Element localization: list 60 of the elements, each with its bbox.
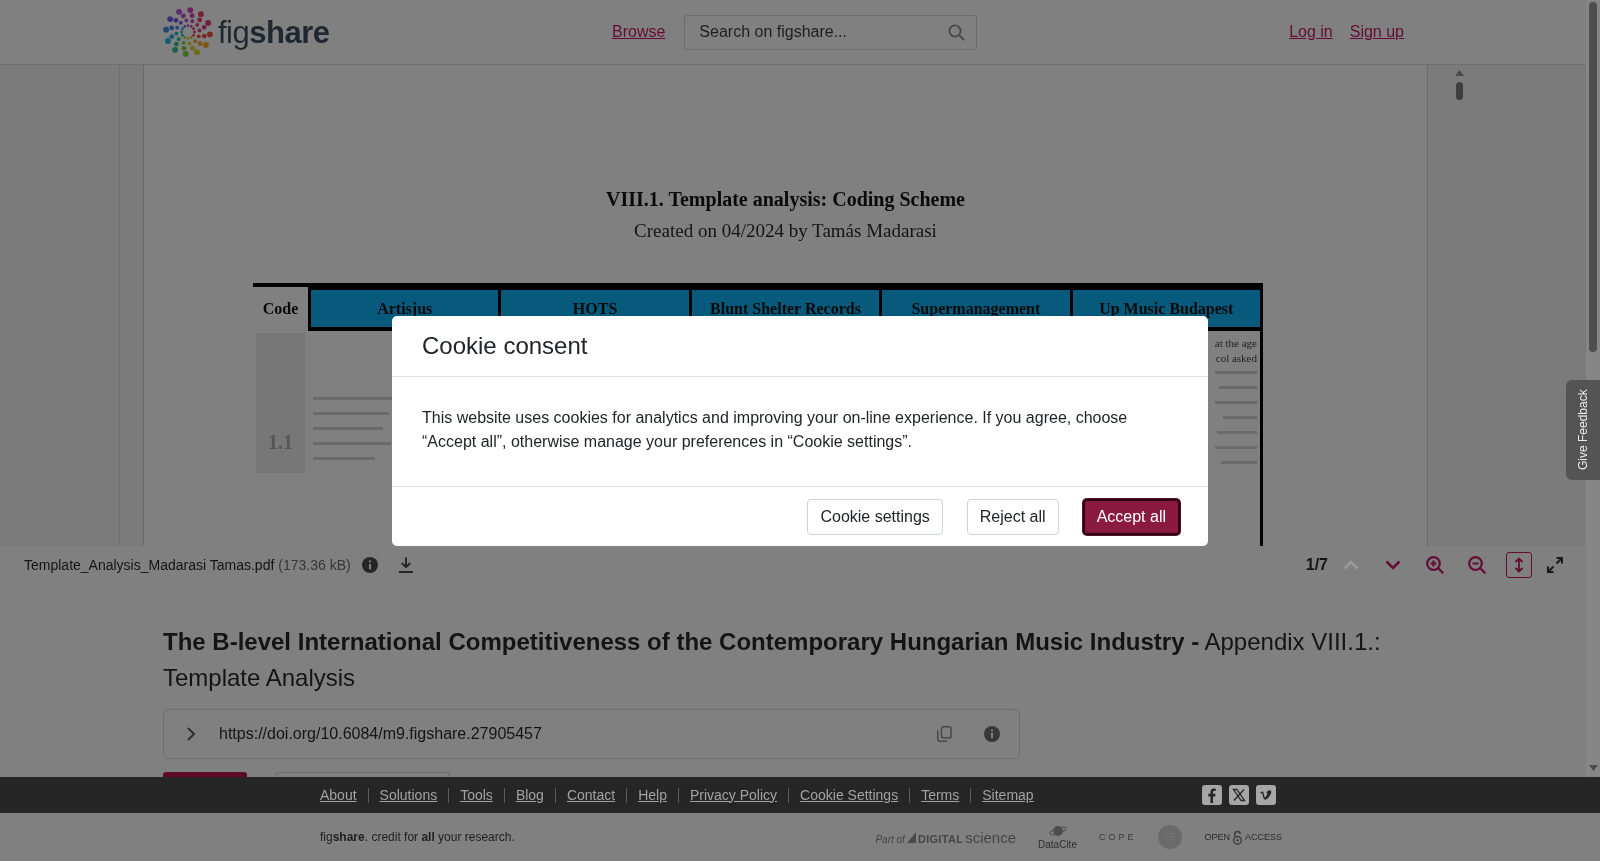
expand-arrows-icon[interactable] (1547, 556, 1563, 573)
x-logo-icon[interactable] (1229, 785, 1249, 805)
footer-link[interactable]: About (320, 787, 368, 803)
cell-text-fragment: at the age (1214, 336, 1257, 351)
copy-icon[interactable] (936, 726, 952, 742)
info-icon[interactable] (984, 726, 1000, 742)
triangle-mark-icon (906, 831, 916, 843)
dialog-message: This website uses cookies for analytics and improving your on-line experience. If you agree, choose “Accept all”, otherwise manage your preferences in “Cookie settings”. (422, 408, 1129, 452)
file-size: (173.36 kB) (278, 556, 351, 573)
cell-text-fragment: col asked (1215, 351, 1257, 366)
footer-link[interactable]: Blog (503, 787, 555, 803)
footer-link[interactable]: Contact (554, 787, 627, 803)
dialog-button[interactable]: Reject all (966, 498, 1059, 535)
orbit-mark-icon (1048, 824, 1067, 838)
file-name: Template_Analysis_Madarasi Tamas.pdf (24, 556, 275, 573)
partner-logo-text: Part of (875, 833, 905, 845)
footer-link[interactable]: Sitemap (970, 787, 1045, 803)
table-header-cell: Code (253, 287, 308, 331)
scroll-up-arrow-icon[interactable] (1454, 70, 1464, 76)
page-indicator: 1/7 (1305, 555, 1328, 574)
search-icon[interactable] (948, 23, 966, 41)
open-lock-icon (1232, 829, 1243, 845)
footer-link[interactable]: Cookie Settings (788, 787, 910, 803)
facebook-icon[interactable] (1202, 785, 1222, 805)
nav-link[interactable]: Browse (612, 23, 666, 41)
item-title: The B-level International Competitiveness of the Contemporary Hungarian Music Industry - Appendix VIII.1.: Template Analysis (163, 627, 1382, 693)
footer-link[interactable]: Solutions (367, 787, 449, 803)
chevron-right-icon[interactable] (186, 726, 196, 742)
vimeo-icon[interactable] (1256, 785, 1276, 805)
info-icon[interactable] (361, 556, 378, 573)
partner-logo-text: ACCESS (1245, 832, 1282, 842)
account-link[interactable]: Sign up (1349, 23, 1404, 41)
footer-link[interactable]: Tools (448, 787, 504, 803)
document-subheading: Created on 04/2024 by Tamás Madarasi (633, 219, 938, 243)
tagline: figshare. credit for all your research. (320, 830, 515, 844)
accept-button[interactable]: Accept all (1082, 498, 1180, 535)
footer-link[interactable]: Privacy Policy (677, 787, 789, 803)
partner-logo-text: OPEN (1204, 832, 1230, 842)
partner-logo-text: science (965, 828, 1017, 846)
footer-link[interactable]: Help (626, 787, 678, 803)
dialog-button[interactable]: Cookie settings (807, 498, 943, 535)
partner-logo-text: COPE (1098, 832, 1137, 842)
viewer-scroll-thumb[interactable] (1455, 82, 1463, 100)
logo-wordmark[interactable]: figshare (218, 16, 330, 48)
chevron-down-icon[interactable] (1385, 559, 1401, 570)
download-icon[interactable] (397, 556, 414, 573)
search-field[interactable]: Search on figshare... (684, 14, 978, 50)
scroll-down-arrow-icon[interactable] (1588, 765, 1598, 771)
footer-link[interactable]: Terms (909, 787, 971, 803)
partner-logo-text: DIGITAL (917, 832, 964, 845)
page-scroll-thumb[interactable] (1589, 2, 1597, 352)
vertical-arrows-icon[interactable] (1514, 556, 1524, 573)
document-heading: VIII.1. Template analysis: Coding Scheme (605, 187, 966, 211)
dialog-title: Cookie consent (422, 332, 588, 360)
account-link[interactable]: Log in (1289, 23, 1333, 41)
partner-logo-text: DataCite (1038, 839, 1077, 850)
fit-height-button[interactable] (1506, 551, 1532, 578)
logo-mark-icon[interactable] (163, 7, 213, 57)
doi-text: https://doi.org/10.6084/m9.figshare.27905457 (219, 725, 542, 743)
feedback-tab[interactable]: Give Feedback (1566, 380, 1600, 480)
